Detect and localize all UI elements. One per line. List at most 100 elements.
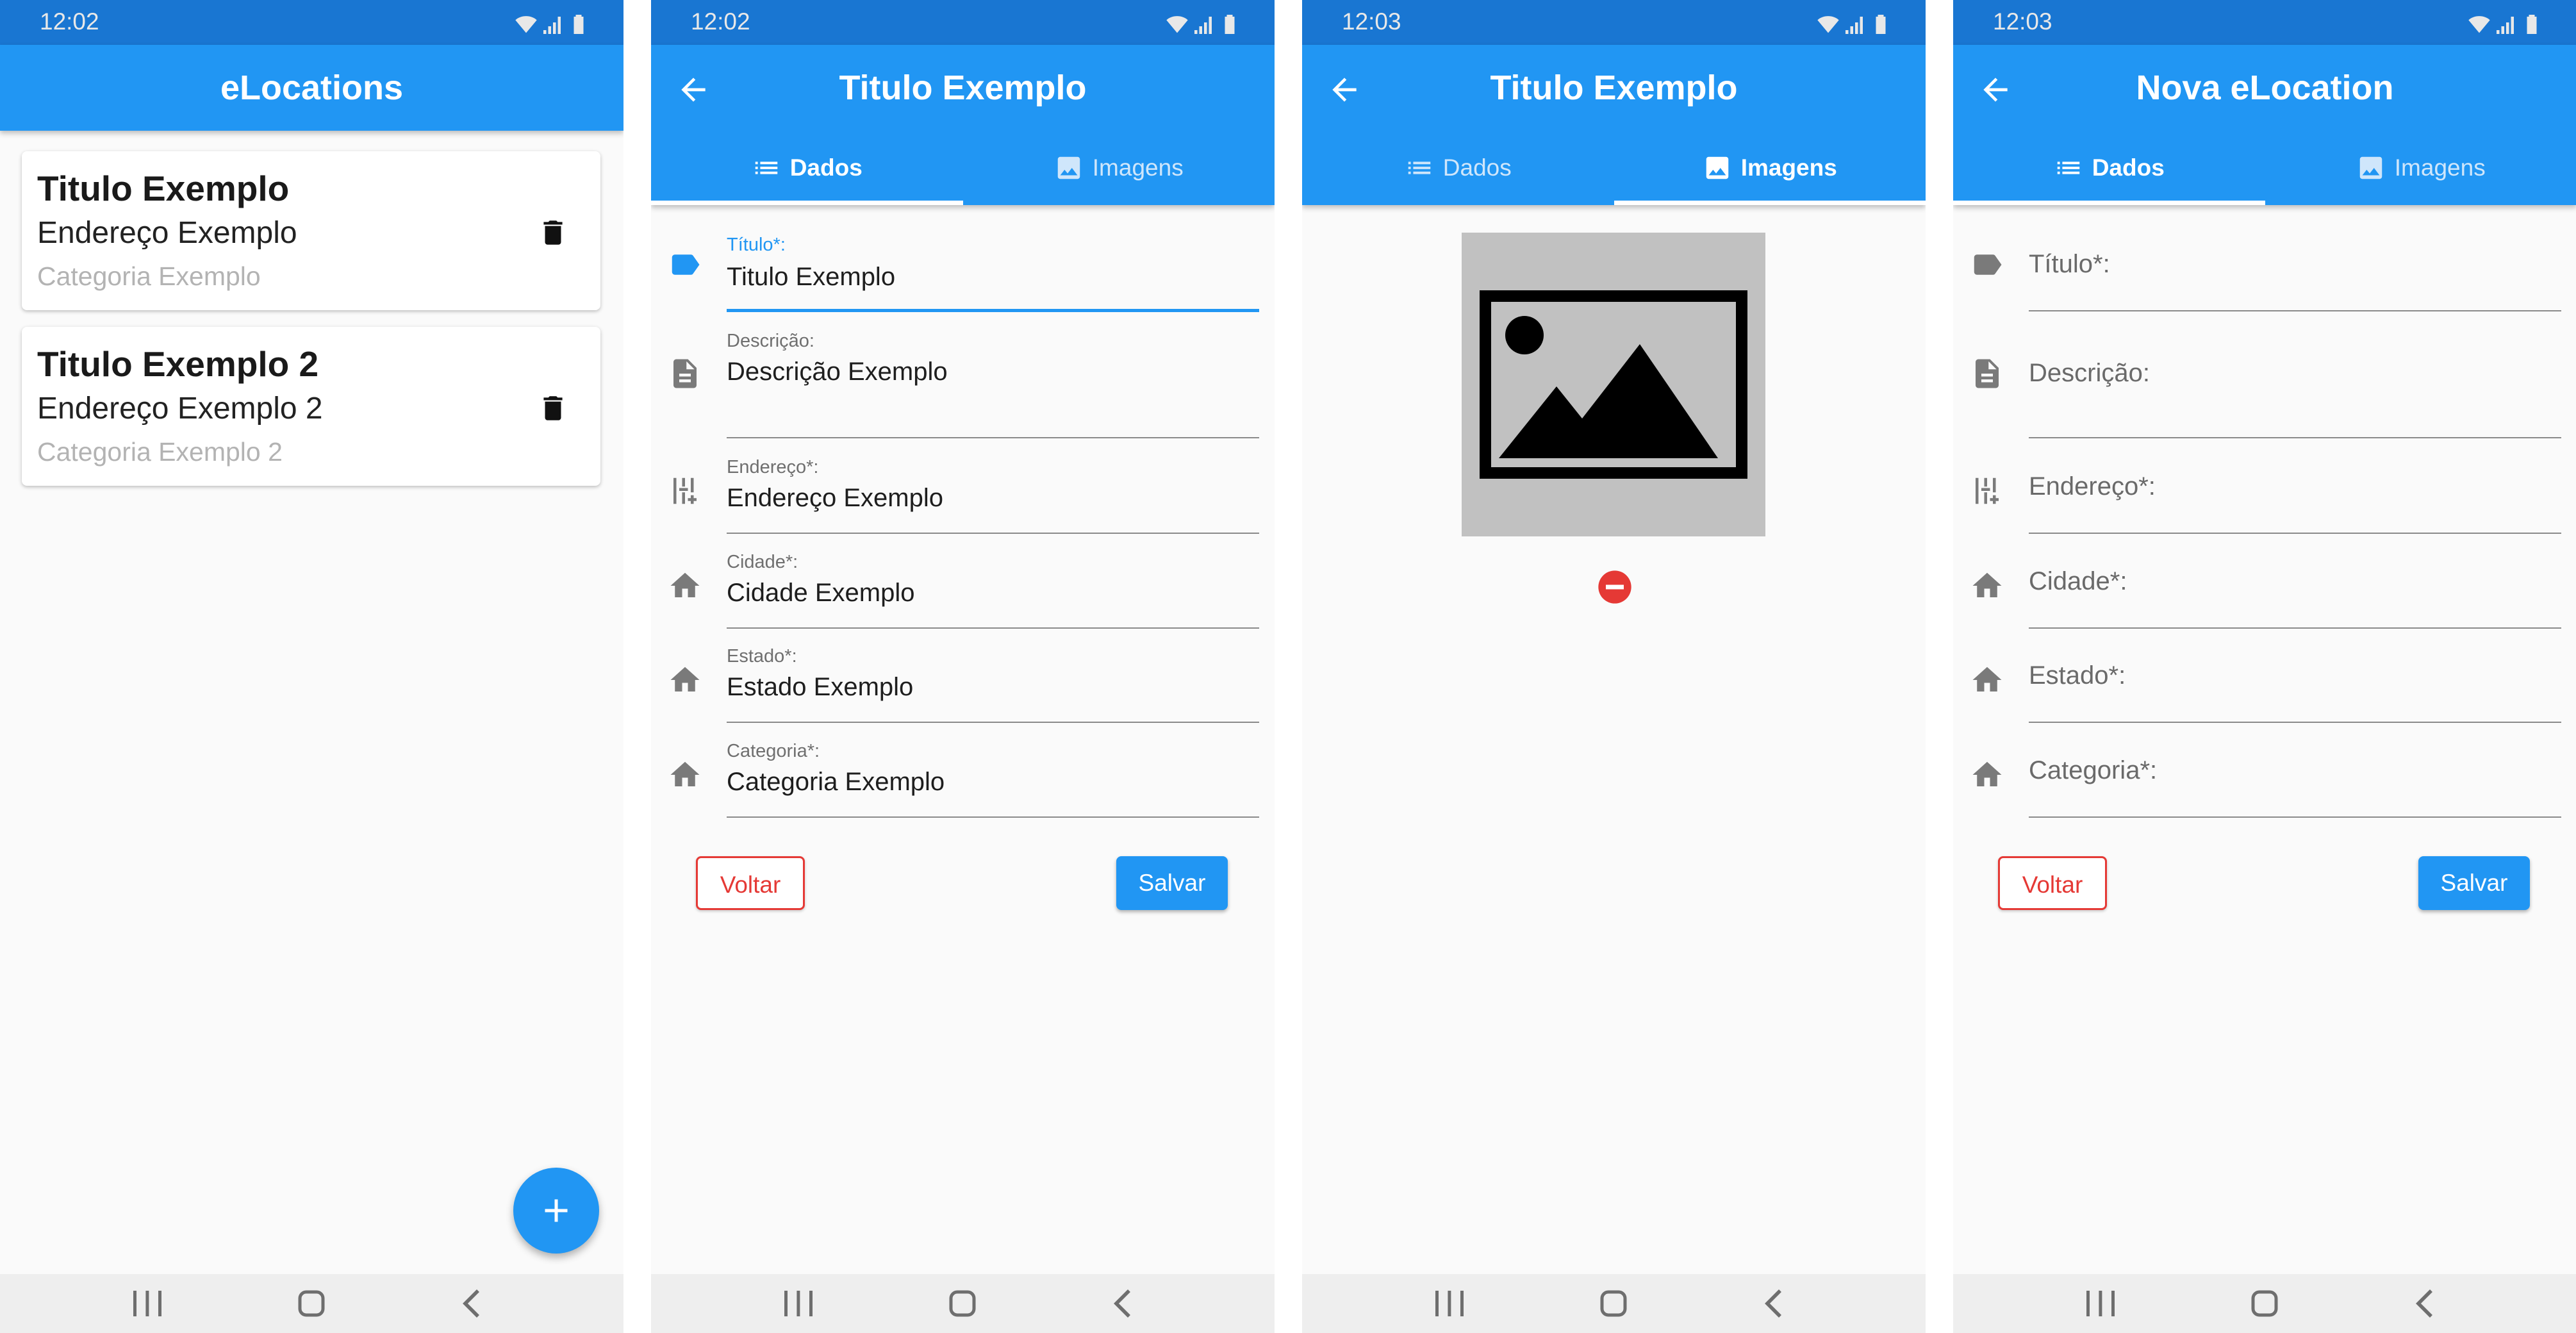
address-icon	[1970, 474, 2004, 508]
status-icons	[1164, 12, 1241, 37]
back-nav-icon[interactable]	[454, 1287, 492, 1320]
delete-icon[interactable]	[537, 214, 569, 251]
home-nav-icon[interactable]	[292, 1287, 331, 1320]
tab-imagens[interactable]: Imagens	[2265, 131, 2576, 205]
salvar-button[interactable]: Salvar	[2418, 856, 2530, 910]
home-icon	[1970, 568, 2004, 603]
field-value: Endereço Exemplo	[727, 484, 943, 512]
signal-icon	[1844, 12, 1867, 37]
plus-icon	[537, 1191, 575, 1230]
tab-dados[interactable]: Dados	[1953, 131, 2265, 205]
list-icon	[752, 153, 781, 183]
field-underline	[2029, 533, 2561, 534]
field-placeholder: Endereço*:	[2029, 472, 2156, 501]
location-title: Titulo Exemplo 2	[37, 344, 319, 384]
screen-new-location: 12:03 Nova eLocation Dados Imagens Títul…	[1953, 0, 2576, 1333]
image-placeholder-icon	[1480, 290, 1747, 479]
back-nav-icon[interactable]	[1756, 1287, 1794, 1320]
field-label: Endereço*:	[727, 457, 819, 477]
cidade-field[interactable]: Cidade*:	[1953, 548, 2576, 631]
page-title: eLocations	[220, 69, 404, 107]
image-icon	[1054, 153, 1084, 183]
estado-field[interactable]: Estado*:	[1953, 642, 2576, 725]
field-underline	[2029, 722, 2561, 723]
field-label: Estado*:	[727, 646, 797, 666]
location-category: Categoria Exemplo 2	[37, 437, 283, 467]
field-underline	[727, 816, 1259, 818]
descricao-field[interactable]: Descrição:	[1953, 327, 2576, 442]
salvar-button[interactable]: Salvar	[1116, 856, 1228, 910]
home-icon	[668, 758, 702, 792]
remove-circle-icon[interactable]	[1597, 569, 1633, 605]
categoria-field[interactable]: Categoria*: Categoria Exemplo	[651, 737, 1275, 820]
system-nav-bar	[1302, 1274, 1926, 1333]
categoria-field[interactable]: Categoria*:	[1953, 737, 2576, 820]
home-nav-icon[interactable]	[943, 1287, 982, 1320]
screen-location-list: 12:02 eLocations Titulo Exemplo Endereço…	[0, 0, 623, 1333]
app-bar: Titulo Exemplo Dados Imagens	[651, 45, 1275, 205]
field-underline	[727, 533, 1259, 534]
recents-icon[interactable]	[779, 1287, 818, 1320]
signal-icon	[1193, 12, 1216, 37]
home-nav-icon[interactable]	[2245, 1287, 2284, 1320]
field-placeholder: Estado*:	[2029, 661, 2126, 690]
field-underline	[727, 627, 1259, 629]
tab-label: Dados	[789, 154, 863, 181]
tab-indicator	[651, 201, 963, 205]
recents-icon[interactable]	[2081, 1287, 2120, 1320]
recents-icon[interactable]	[1430, 1287, 1469, 1320]
system-nav-bar	[0, 1274, 623, 1333]
home-nav-icon[interactable]	[1594, 1287, 1633, 1320]
recents-icon[interactable]	[128, 1287, 167, 1320]
back-nav-icon[interactable]	[2407, 1287, 2445, 1320]
status-bar: 12:02	[0, 0, 623, 45]
tab-imagens[interactable]: Imagens	[963, 131, 1275, 205]
status-time: 12:02	[691, 8, 750, 35]
back-nav-icon[interactable]	[1105, 1287, 1143, 1320]
tab-label: Imagens	[1740, 154, 1837, 181]
titulo-field[interactable]: Título*: Titulo Exemplo	[651, 231, 1275, 314]
location-card[interactable]: Titulo Exemplo 2 Endereço Exemplo 2 Cate…	[22, 327, 600, 486]
tab-dados[interactable]: Dados	[651, 131, 963, 205]
tab-indicator	[1953, 201, 2265, 205]
home-icon	[1970, 663, 2004, 697]
field-value: Categoria Exemplo	[727, 768, 945, 796]
wifi-icon	[513, 12, 539, 37]
endereco-field[interactable]: Endereço*: Endereço Exemplo	[651, 453, 1275, 536]
home-icon	[668, 568, 702, 603]
signal-icon	[2495, 12, 2518, 37]
endereco-field[interactable]: Endereço*:	[1953, 453, 2576, 536]
field-placeholder: Categoria*:	[2029, 756, 2158, 784]
delete-icon[interactable]	[537, 390, 569, 427]
field-value: Descrição Exemplo	[727, 358, 948, 386]
tab-imagens[interactable]: Imagens	[1614, 131, 1926, 205]
status-bar: 12:02	[651, 0, 1275, 45]
location-card[interactable]: Titulo Exemplo Endereço Exemplo Categori…	[22, 151, 600, 310]
tab-dados[interactable]: Dados	[1302, 131, 1614, 205]
screen-edit-data: 12:02 Titulo Exemplo Dados Imagens Títul…	[651, 0, 1275, 1333]
field-underline	[2029, 437, 2561, 438]
wifi-icon	[1815, 12, 1841, 37]
descricao-field[interactable]: Descrição: Descrição Exemplo	[651, 327, 1275, 442]
page-title: Titulo Exemplo	[1490, 69, 1738, 107]
location-image[interactable]	[1462, 233, 1765, 536]
voltar-button[interactable]: Voltar	[696, 856, 805, 910]
status-icons	[513, 12, 590, 37]
status-bar: 12:03	[1953, 0, 2576, 45]
field-label: Categoria*:	[727, 741, 820, 761]
field-value: Estado Exemplo	[727, 673, 914, 701]
system-nav-bar	[651, 1274, 1275, 1333]
voltar-button[interactable]: Voltar	[1998, 856, 2107, 910]
page-title: Nova eLocation	[2136, 69, 2394, 107]
estado-field[interactable]: Estado*: Estado Exemplo	[651, 642, 1275, 725]
tab-bar: Dados Imagens	[1302, 131, 1926, 205]
system-nav-bar	[1953, 1274, 2576, 1333]
label-icon	[668, 247, 702, 282]
address-icon	[668, 474, 702, 508]
cidade-field[interactable]: Cidade*: Cidade Exemplo	[651, 548, 1275, 631]
field-underline	[2029, 310, 2561, 311]
titulo-field[interactable]: Título*:	[1953, 231, 2576, 314]
field-underline	[2029, 627, 2561, 629]
add-location-button[interactable]	[513, 1168, 599, 1254]
field-underline	[727, 437, 1259, 438]
